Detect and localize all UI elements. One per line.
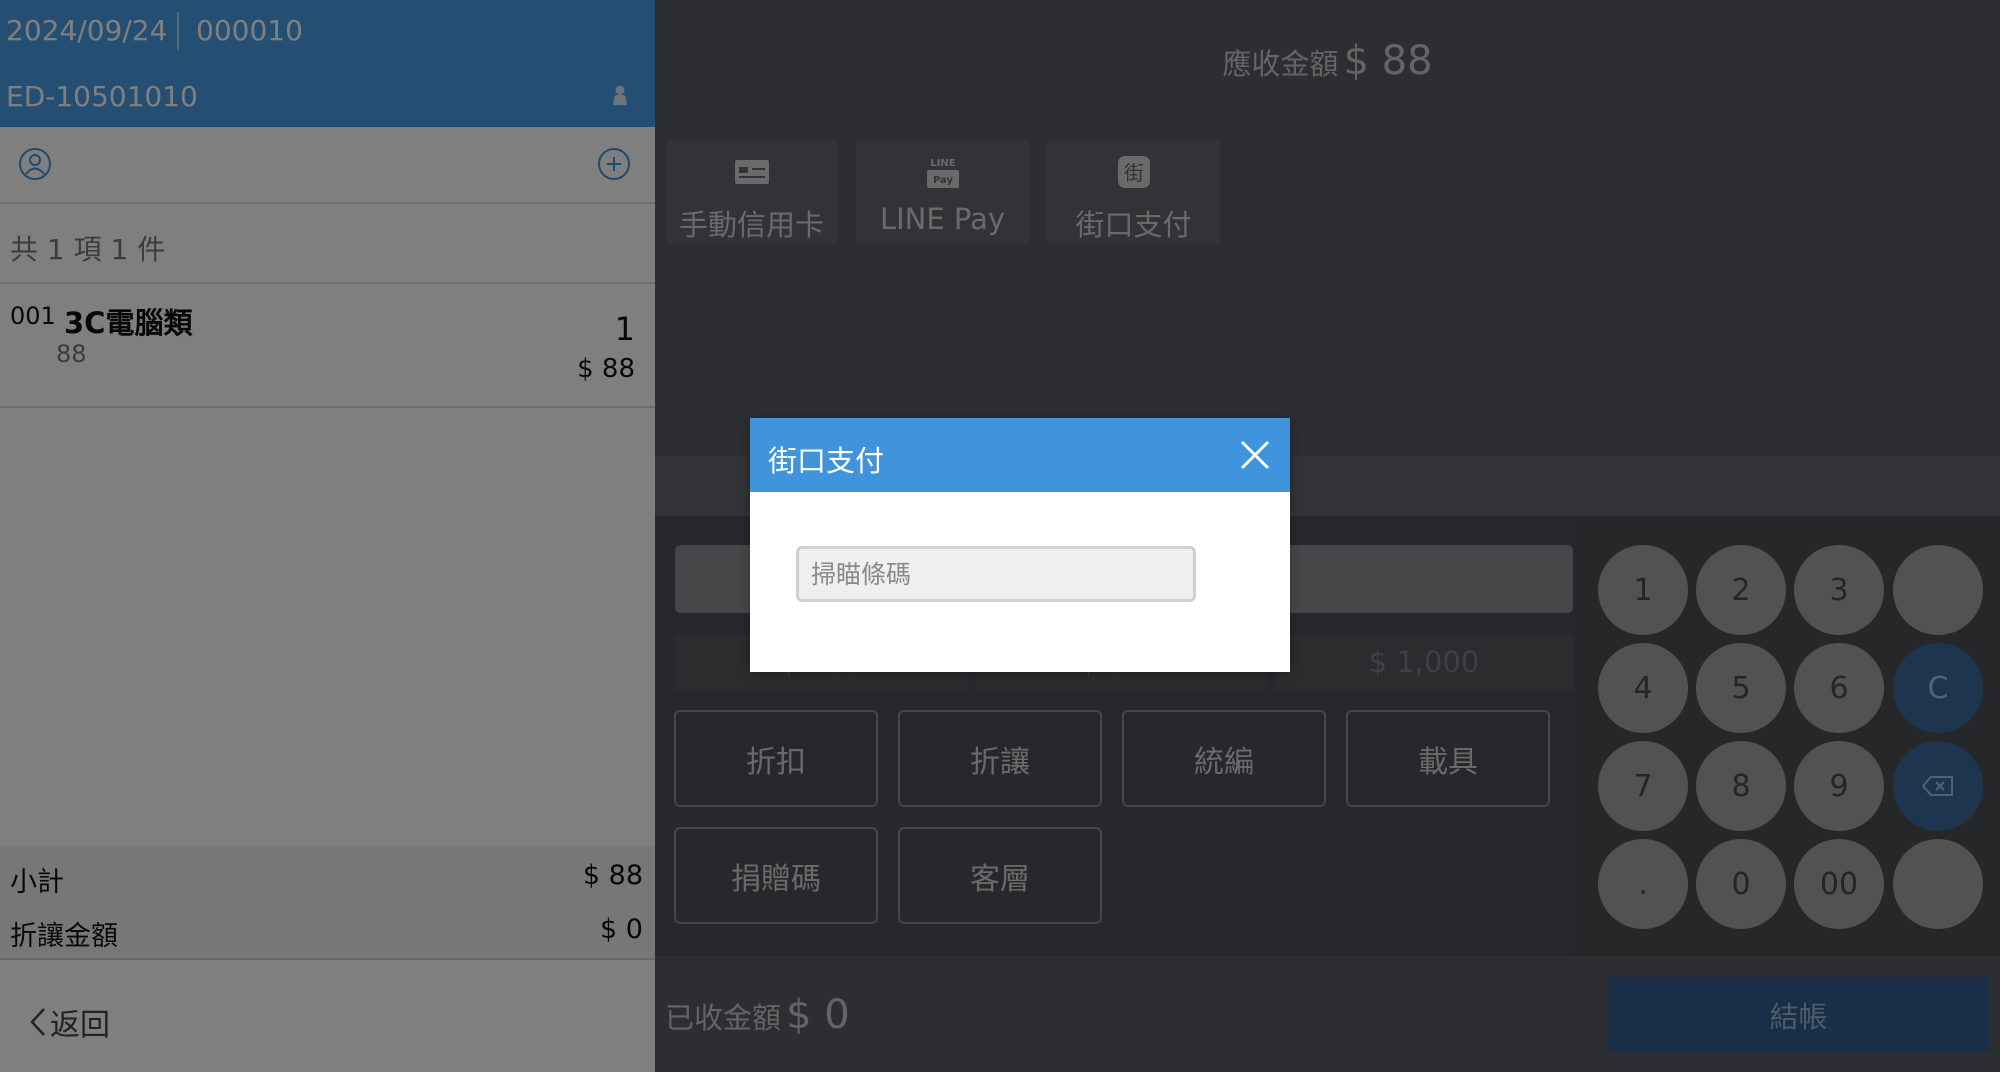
dialog-header: 街口支付 — [750, 418, 1290, 492]
jkopay-dialog: 街口支付 — [750, 418, 1290, 672]
scan-barcode-input[interactable] — [796, 546, 1196, 602]
dialog-title: 街口支付 — [768, 444, 885, 478]
close-icon[interactable] — [1236, 436, 1274, 474]
